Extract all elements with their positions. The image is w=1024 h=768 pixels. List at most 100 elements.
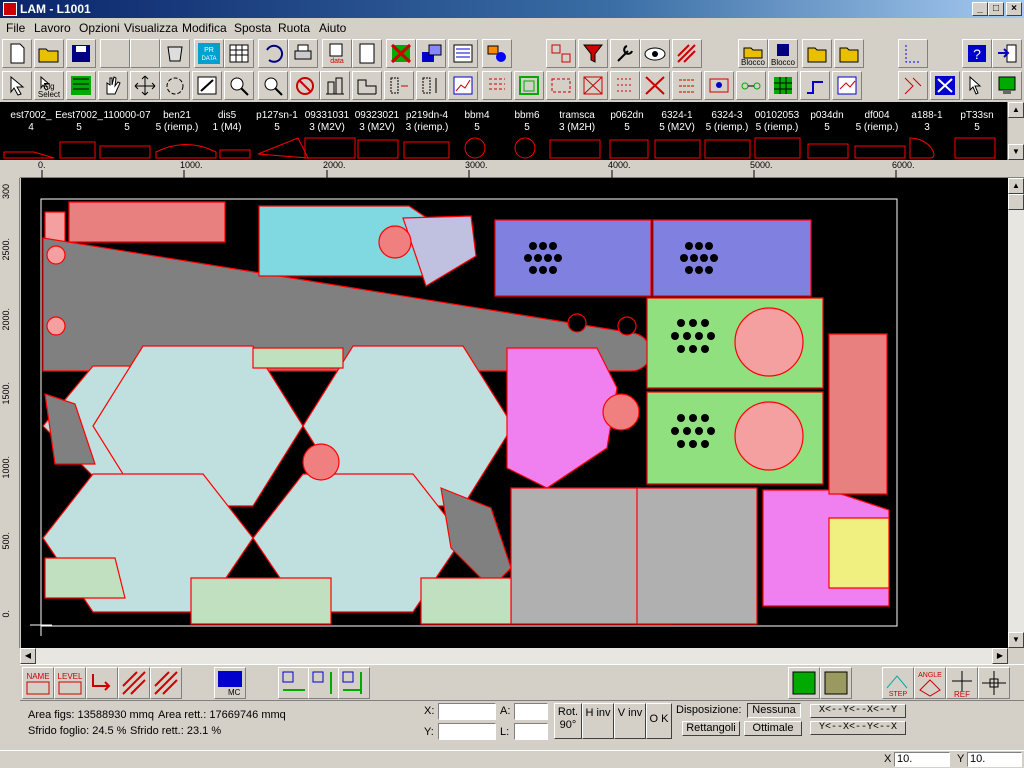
chart-button[interactable] bbox=[448, 71, 478, 100]
ref-button[interactable]: REF bbox=[946, 667, 978, 699]
nodes-button[interactable] bbox=[736, 71, 766, 100]
step-button[interactable]: STEP bbox=[882, 667, 914, 699]
scroll-down-button[interactable]: ▼ bbox=[1008, 632, 1024, 648]
delete-button[interactable] bbox=[386, 39, 416, 68]
no-snap-button[interactable] bbox=[290, 71, 320, 100]
transform-button[interactable] bbox=[546, 39, 576, 68]
order-xy-button[interactable]: X<--Y<--X<--Y bbox=[810, 704, 906, 718]
list-button[interactable] bbox=[448, 39, 478, 68]
cut-path-button[interactable] bbox=[704, 71, 734, 100]
menu-ruota[interactable]: Ruota bbox=[278, 21, 310, 35]
arrow-down-button[interactable] bbox=[86, 667, 118, 699]
chart2-button[interactable] bbox=[832, 71, 862, 100]
scale-button[interactable] bbox=[192, 71, 222, 100]
crosshair-button[interactable] bbox=[978, 667, 1010, 699]
new-file-button[interactable] bbox=[2, 39, 32, 68]
folder-button-2[interactable] bbox=[802, 39, 832, 68]
hand-button[interactable] bbox=[98, 71, 128, 100]
nesting-drawing[interactable] bbox=[21, 178, 1008, 648]
distribute-button[interactable] bbox=[384, 71, 414, 100]
auto-place-button[interactable] bbox=[820, 667, 852, 699]
cross-box-button[interactable] bbox=[578, 71, 608, 100]
align-stair-button[interactable] bbox=[352, 71, 382, 100]
zoom-window-button[interactable] bbox=[224, 71, 254, 100]
blank-button-2[interactable] bbox=[130, 39, 160, 68]
ok-button[interactable]: O K bbox=[646, 703, 672, 739]
scroll-left-button[interactable]: ◀ bbox=[20, 648, 36, 664]
rot-90-button[interactable]: Rot. 90° bbox=[554, 703, 582, 739]
open-file-button[interactable] bbox=[34, 39, 64, 68]
rect-dashed-button[interactable] bbox=[546, 71, 576, 100]
scroll-thumb-vertical[interactable] bbox=[1008, 194, 1024, 210]
menu-opzioni[interactable]: Opzioni bbox=[79, 21, 120, 35]
horizontal-scrollbar[interactable]: ◀ ▶ bbox=[20, 648, 1008, 664]
nesting-canvas[interactable] bbox=[21, 178, 1008, 648]
minimize-button[interactable]: _ bbox=[972, 2, 988, 16]
vertical-scrollbar[interactable]: ▲ ▼ bbox=[1008, 178, 1024, 648]
zoom-button[interactable] bbox=[258, 71, 288, 100]
nessuna-button[interactable]: Nessuna bbox=[747, 703, 801, 718]
table-button[interactable] bbox=[224, 39, 254, 68]
a-input[interactable] bbox=[514, 703, 548, 720]
lines-button[interactable] bbox=[610, 71, 640, 100]
help-button[interactable]: ? bbox=[962, 39, 992, 68]
grid-button[interactable] bbox=[672, 39, 702, 68]
print-preview-button[interactable] bbox=[352, 39, 382, 68]
manual-place-button[interactable] bbox=[788, 667, 820, 699]
pr-data-button[interactable]: PR DATA bbox=[194, 39, 224, 68]
exit-button[interactable] bbox=[992, 39, 1022, 68]
layers-button[interactable] bbox=[416, 39, 446, 68]
menu-modifica[interactable]: Modifica bbox=[182, 21, 227, 35]
close-button[interactable]: × bbox=[1006, 2, 1022, 16]
pointer-button[interactable] bbox=[2, 71, 32, 100]
view-button[interactable] bbox=[640, 39, 670, 68]
block-save-button[interactable]: Blocco bbox=[768, 39, 798, 68]
fig-select-button[interactable]: Fig Select bbox=[34, 71, 64, 100]
strip-scroll-down-button[interactable]: ▼ bbox=[1008, 144, 1024, 160]
mirror-button[interactable] bbox=[930, 71, 960, 100]
ottimale-button[interactable]: Ottimale bbox=[744, 721, 802, 736]
sheet-button[interactable] bbox=[160, 39, 190, 68]
strip-scroll-up-button[interactable]: ▲ bbox=[1008, 102, 1024, 118]
y-input[interactable] bbox=[438, 723, 496, 740]
fill-pattern-2-button[interactable] bbox=[150, 667, 182, 699]
level-button[interactable]: LEVEL bbox=[54, 667, 86, 699]
grid-lines-button[interactable] bbox=[672, 71, 702, 100]
move-button[interactable] bbox=[130, 71, 160, 100]
v-inv-button[interactable]: V inv bbox=[614, 703, 646, 739]
nest-button[interactable] bbox=[66, 71, 96, 100]
tools-button[interactable] bbox=[610, 39, 640, 68]
measure-button[interactable] bbox=[898, 39, 928, 68]
profile-button[interactable] bbox=[898, 71, 928, 100]
machine-button[interactable] bbox=[992, 71, 1022, 100]
data-button[interactable]: data bbox=[322, 39, 352, 68]
menu-file[interactable]: File bbox=[6, 21, 25, 35]
angle-button[interactable]: ANGLE bbox=[914, 667, 946, 699]
menu-sposta[interactable]: Sposta bbox=[234, 21, 271, 35]
menu-visualizza[interactable]: Visualizza bbox=[124, 21, 178, 35]
l-input[interactable] bbox=[514, 723, 548, 740]
rotate-button[interactable] bbox=[160, 71, 190, 100]
place-v-button[interactable] bbox=[308, 667, 340, 699]
rettangoli-button[interactable]: Rettangoli bbox=[682, 721, 740, 736]
select-arrow-button[interactable] bbox=[962, 71, 992, 100]
align-left-button[interactable] bbox=[320, 71, 350, 100]
distribute-v-button[interactable] bbox=[416, 71, 446, 100]
green-nest-button[interactable] bbox=[514, 71, 544, 100]
undo-button[interactable] bbox=[258, 39, 288, 68]
block-open-button[interactable]: Blocco bbox=[738, 39, 768, 68]
green-grid-button[interactable] bbox=[768, 71, 798, 100]
menu-aiuto[interactable]: Aiuto bbox=[319, 21, 346, 35]
maximize-button[interactable]: □ bbox=[988, 2, 1004, 16]
app-icon[interactable] bbox=[3, 2, 17, 16]
cross-button[interactable] bbox=[640, 71, 670, 100]
scroll-up-button[interactable]: ▲ bbox=[1008, 178, 1024, 194]
print-button[interactable] bbox=[288, 39, 318, 68]
piece-strip-scrollbar[interactable]: ▲ ▼ bbox=[1007, 102, 1024, 160]
name-fig-button[interactable]: NAME bbox=[22, 667, 54, 699]
folder-button-3[interactable] bbox=[834, 39, 864, 68]
scroll-right-button[interactable]: ▶ bbox=[992, 648, 1008, 664]
mc-button[interactable]: MC bbox=[214, 667, 246, 699]
filter-button[interactable] bbox=[578, 39, 608, 68]
h-inv-button[interactable]: H inv bbox=[582, 703, 614, 739]
